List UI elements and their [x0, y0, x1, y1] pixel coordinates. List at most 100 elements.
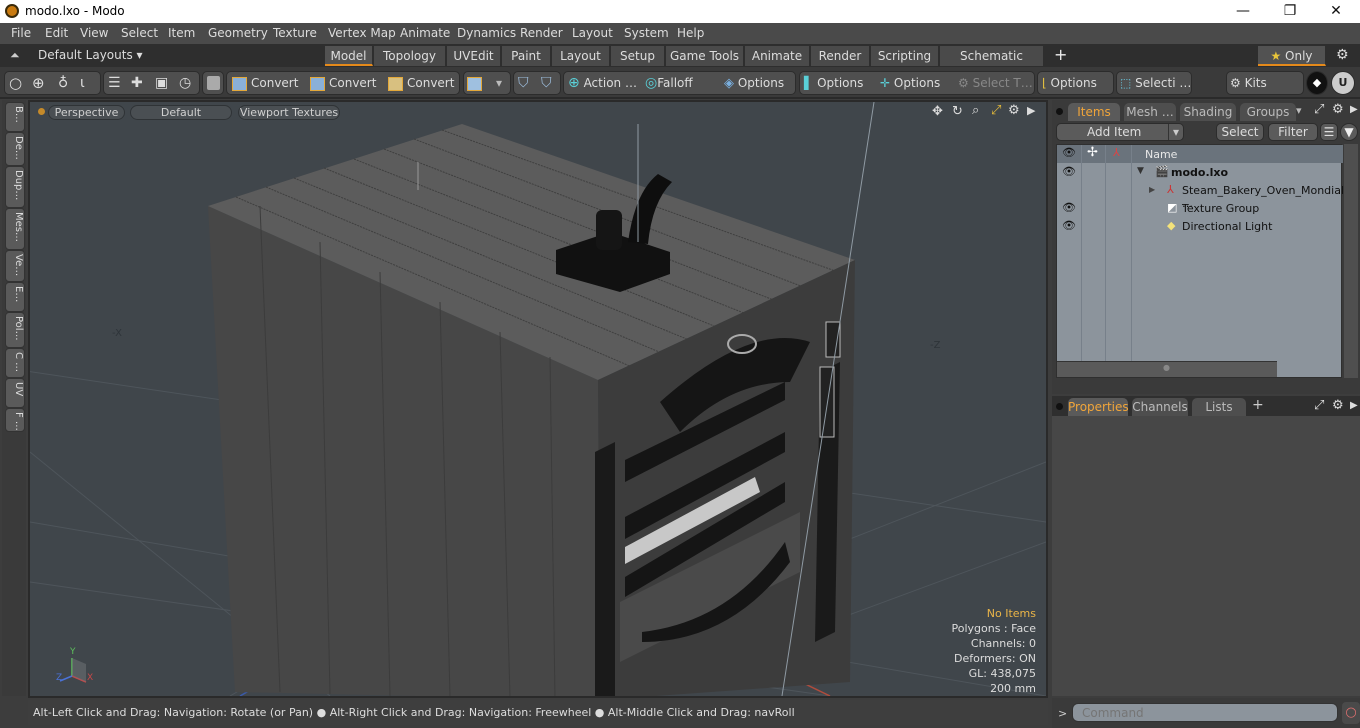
options-button-2[interactable]: ▌ Options	[804, 71, 863, 95]
tab-groups[interactable]: Groups	[1240, 103, 1296, 121]
vertex-mode-icon[interactable]: ○	[9, 71, 22, 95]
tab-properties[interactable]: Properties	[1068, 398, 1129, 416]
viewport-textures-button[interactable]: Viewport Textures	[238, 105, 340, 120]
menu-animate[interactable]: Animate	[400, 26, 450, 40]
tab-model[interactable]: Model	[325, 46, 373, 66]
tree-row-mesh[interactable]: ▶ ⅄ Steam_Bakery_Oven_Mondial …	[1057, 182, 1344, 210]
viewport-menu-arrow-icon[interactable]: ▶	[1027, 104, 1035, 117]
tab-setup[interactable]: Setup	[611, 46, 665, 66]
menu-texture[interactable]: Texture	[273, 26, 317, 40]
menu-dynamics[interactable]: Dynamics	[457, 26, 516, 40]
options-button-1[interactable]: ◈ Options	[724, 71, 784, 95]
selection-sets-button[interactable]: ⬚ Selecti …	[1120, 71, 1191, 95]
tab-schematic-fusion[interactable]: Schematic Fusion	[940, 46, 1044, 83]
symmetry-icon[interactable]: ⛉	[541, 71, 552, 95]
action-center-button[interactable]: ⊕ Action …	[568, 71, 637, 95]
tab-paint[interactable]: Paint	[502, 46, 551, 66]
3d-viewport[interactable]: Perspective Default Viewport Textures ✥ …	[28, 100, 1048, 698]
maximize-view-icon[interactable]: ⤢	[991, 103, 1001, 118]
edges-mode-icon[interactable]: ☰	[108, 71, 121, 95]
menu-item[interactable]: Item	[168, 26, 195, 40]
menu-render[interactable]: Render	[520, 26, 563, 40]
tree-row-scene[interactable]: 👁 ▼ 🎬 modo.lxo	[1057, 164, 1343, 182]
collapse-arrow-icon[interactable]: ⏶	[10, 48, 20, 63]
menu-edit[interactable]: Edit	[45, 26, 68, 40]
vertical-scrollbar[interactable]	[1344, 144, 1358, 378]
work-plane-button[interactable]	[467, 71, 482, 95]
panel-menu-arrow-icon[interactable]: ▶	[1350, 400, 1358, 411]
pen-tool-icon[interactable]: ♁	[58, 71, 68, 95]
tab-items[interactable]: Items	[1068, 103, 1120, 121]
tree-row-texture-group[interactable]: 👁 ◩ Texture Group	[1057, 200, 1343, 218]
options-button-4[interactable]: ⌊ Options	[1042, 71, 1097, 95]
convert-button-1[interactable]: Convert	[232, 71, 298, 95]
globe-mode-icon[interactable]: ⊕	[32, 71, 45, 95]
left-tab-fusion[interactable]: F …	[5, 408, 25, 432]
minimize-button[interactable]: —	[1220, 0, 1266, 23]
tab-render[interactable]: Render	[811, 46, 870, 66]
menu-vertex-map[interactable]: Vertex Map	[328, 26, 396, 40]
horizontal-scrollbar[interactable]: ●	[1057, 361, 1277, 377]
expand-panel-icon[interactable]: ⤢	[1314, 398, 1324, 413]
panel-menu-arrow-icon[interactable]: ▶	[1350, 104, 1358, 115]
filter-funnel-button[interactable]: ▼	[1340, 123, 1358, 141]
menu-geometry[interactable]: Geometry	[208, 26, 268, 40]
menu-select[interactable]: Select	[121, 26, 158, 40]
left-tab-vertex[interactable]: Ve…	[5, 250, 25, 282]
lock-column-icon[interactable]: ✢	[1087, 145, 1098, 160]
falloff-button[interactable]: ◎Falloff	[645, 71, 693, 95]
tab-layout[interactable]: Layout	[552, 46, 610, 66]
list-options-button[interactable]: ☰	[1320, 123, 1338, 141]
shading-mode-button[interactable]: Default	[130, 105, 232, 120]
add-item-button[interactable]: Add Item ▾	[1056, 123, 1184, 141]
left-tab-duplicate[interactable]: Dup…	[5, 166, 25, 208]
record-macro-button[interactable]: ○	[1342, 702, 1360, 724]
tab-animate[interactable]: Animate	[745, 46, 810, 66]
expand-arrow-icon[interactable]: ▶	[1149, 185, 1155, 194]
visibility-column-icon[interactable]: 👁	[1062, 146, 1076, 159]
menu-system[interactable]: System	[624, 26, 669, 40]
tab-channels[interactable]: Channels	[1132, 398, 1188, 416]
default-layouts-dropdown[interactable]: Default Layouts ▾	[38, 48, 143, 62]
visibility-eye-icon[interactable]: 👁	[1062, 219, 1076, 232]
visibility-eye-icon[interactable]: 👁	[1062, 201, 1076, 214]
tab-game-tools[interactable]: Game Tools	[666, 46, 744, 66]
viewport-dot-icon[interactable]	[38, 108, 45, 115]
left-tab-mesh[interactable]: Mes…	[5, 208, 25, 250]
tab-uvedit[interactable]: UVEdit	[447, 46, 501, 66]
only-toggle[interactable]: ★ Only	[1258, 46, 1326, 66]
left-tab-deform[interactable]: De…	[5, 132, 25, 166]
add-layout-button[interactable]: +	[1054, 45, 1067, 64]
snap-icon[interactable]: ⛉	[518, 71, 529, 95]
menu-view[interactable]: View	[80, 26, 108, 40]
rotate-icon[interactable]: ↻	[952, 104, 963, 119]
cube-button[interactable]	[202, 71, 224, 95]
unreal-button[interactable]: U	[1331, 71, 1355, 95]
menu-layout[interactable]: Layout	[572, 26, 613, 40]
gear-icon[interactable]: ⚙	[1336, 47, 1349, 63]
view-mode-button[interactable]: Perspective	[48, 105, 125, 120]
left-tab-curve[interactable]: C …	[5, 348, 25, 378]
select-button[interactable]: Select	[1216, 123, 1264, 141]
convert-button-2[interactable]: Convert	[310, 71, 376, 95]
close-button[interactable]: ✕	[1313, 0, 1359, 23]
menu-file[interactable]: File	[11, 26, 31, 40]
tree-row-directional-light[interactable]: 👁 ◆ Directional Light	[1057, 218, 1343, 236]
options-button-3[interactable]: ✛ Options	[880, 71, 940, 95]
tab-lists[interactable]: Lists	[1192, 398, 1246, 416]
tab-mesh[interactable]: Mesh …	[1124, 103, 1176, 121]
name-column-header[interactable]: Name	[1145, 148, 1177, 161]
left-tab-polygon[interactable]: Pol…	[5, 312, 25, 348]
visibility-eye-icon[interactable]: 👁	[1062, 165, 1076, 178]
materials-mode-icon[interactable]: ◷	[179, 71, 191, 95]
left-tab-basic[interactable]: B…	[5, 102, 25, 132]
panel-gear-icon[interactable]: ⚙	[1332, 398, 1344, 413]
panel-gear-icon[interactable]: ⚙	[1332, 102, 1344, 117]
filter-button[interactable]: Filter	[1268, 123, 1318, 141]
chevron-down-icon[interactable]: ▾	[496, 71, 502, 95]
select-through-button[interactable]: ⚙ Select T…	[958, 71, 1033, 95]
add-tab-button[interactable]: +	[1252, 397, 1264, 413]
panel-dot-icon[interactable]	[1056, 108, 1063, 115]
convert-button-3[interactable]: Convert	[388, 71, 454, 95]
tab-scripting[interactable]: Scripting	[871, 46, 939, 66]
